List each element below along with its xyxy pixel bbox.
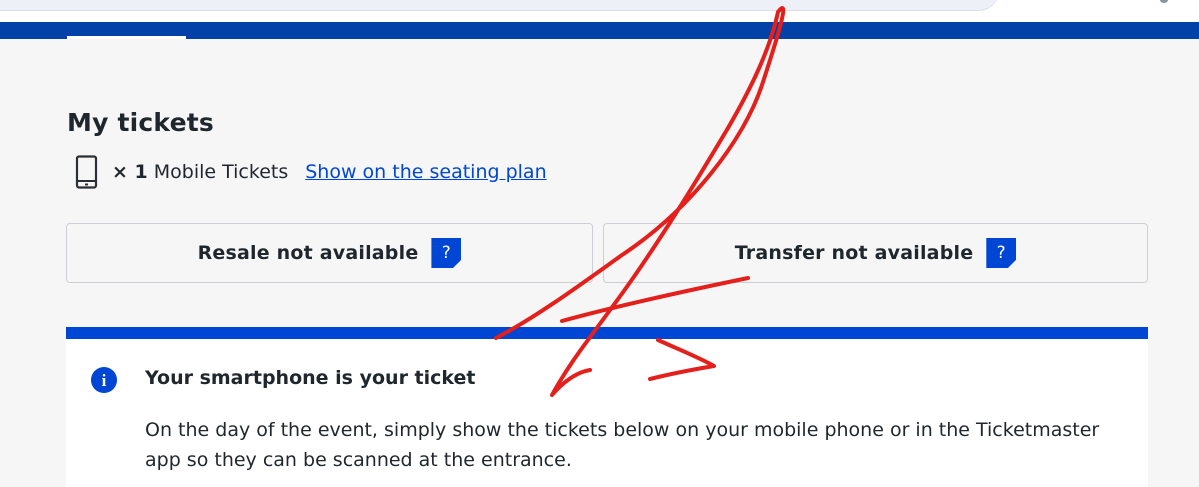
search-bar[interactable] (0, 0, 1000, 11)
transfer-label: Transfer not available (734, 242, 974, 264)
info-title: Your smartphone is your ticket (145, 367, 476, 389)
info-notice-card: i Your smartphone is your ticket On the … (66, 327, 1148, 487)
smartphone-icon (75, 155, 98, 189)
help-icon[interactable]: ? (431, 238, 462, 268)
profile-icon[interactable] (1160, 0, 1168, 3)
ticket-summary-row: × 1 Mobile Tickets Show on the seating p… (70, 155, 547, 189)
resale-button[interactable]: Resale not available ? (66, 223, 593, 283)
my-tickets-heading: My tickets (67, 108, 214, 137)
info-icon-letter: i (102, 371, 107, 390)
info-icon: i (91, 367, 117, 393)
ticket-type: Mobile Tickets (153, 161, 289, 183)
browser-top-strip (0, 0, 1199, 22)
ticket-quantity: × 1 (112, 161, 148, 183)
transfer-button[interactable]: Transfer not available ? (603, 223, 1148, 283)
resale-label: Resale not available (197, 242, 419, 264)
info-body: On the day of the event, simply show the… (145, 419, 1100, 471)
seating-plan-link[interactable]: Show on the seating plan (305, 161, 546, 183)
help-icon[interactable]: ? (986, 238, 1017, 268)
active-tab-indicator (67, 36, 186, 39)
